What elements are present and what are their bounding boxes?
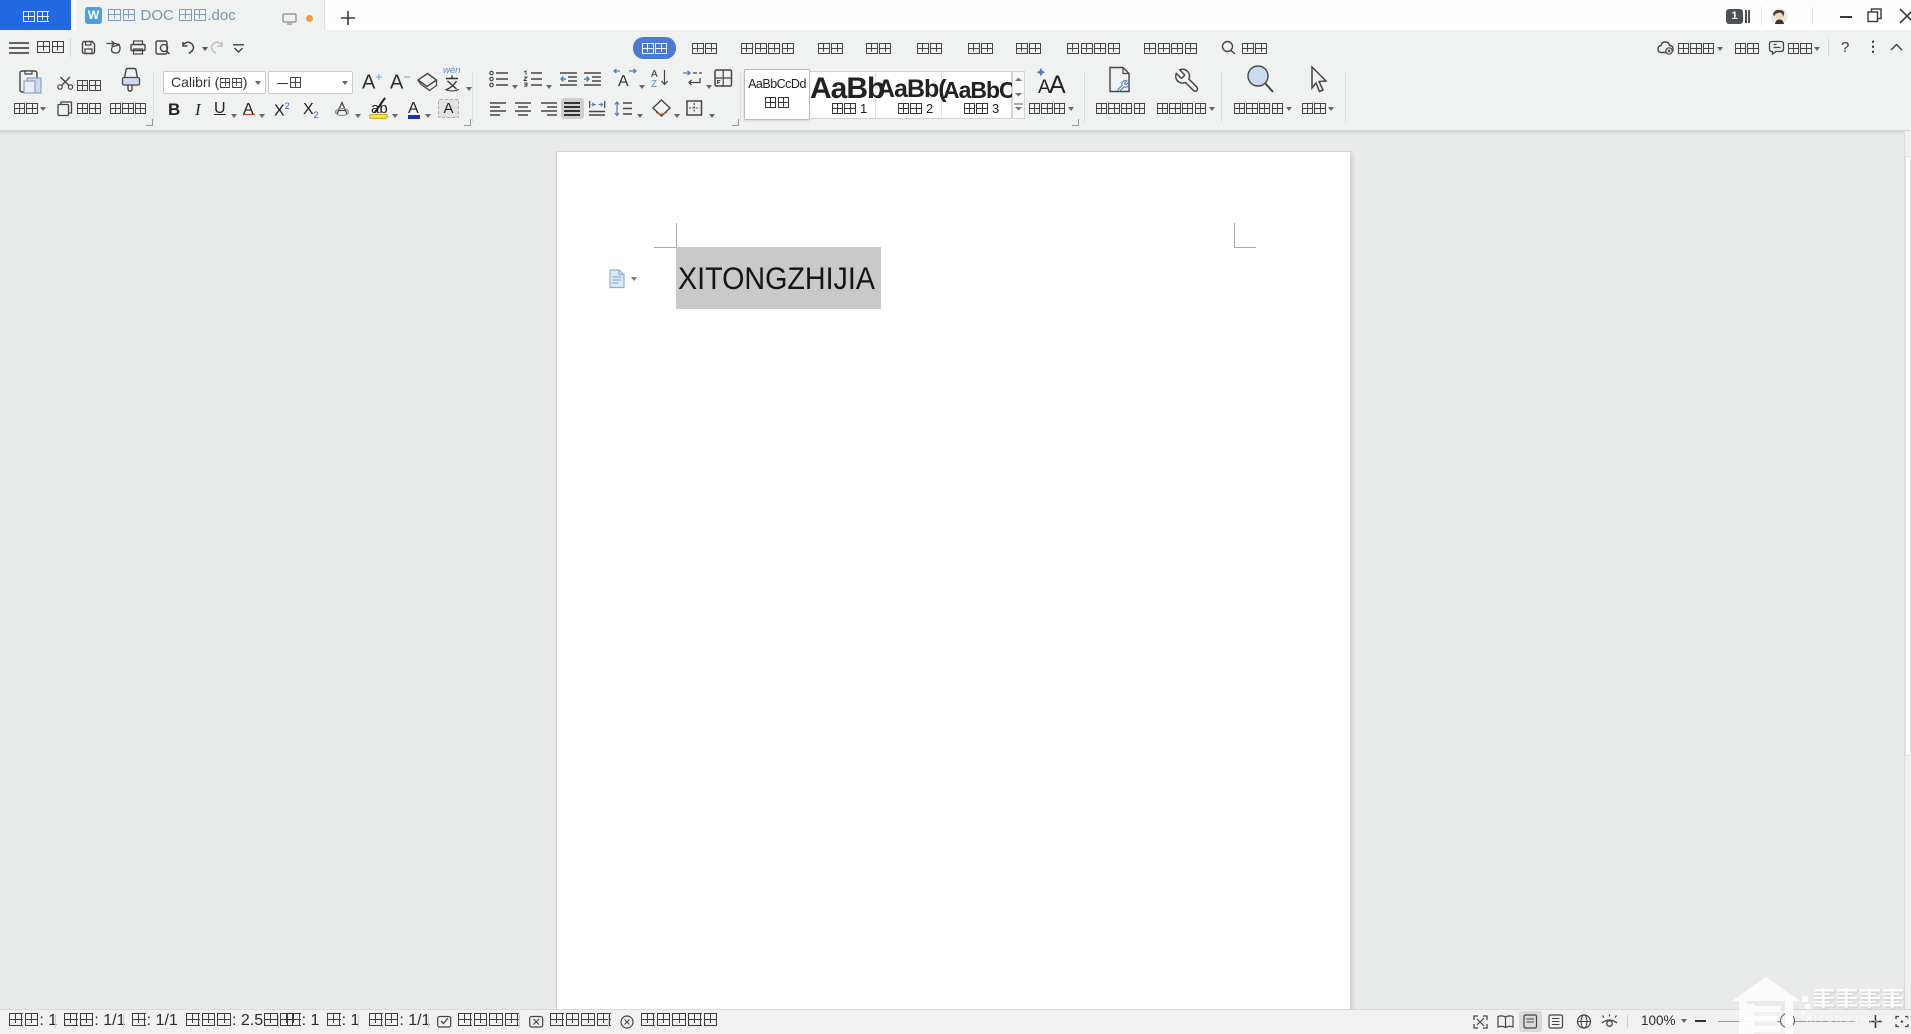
svg-text:A: A xyxy=(618,73,629,90)
svg-text:Z: Z xyxy=(651,79,657,90)
svg-text:A: A xyxy=(1049,71,1066,99)
